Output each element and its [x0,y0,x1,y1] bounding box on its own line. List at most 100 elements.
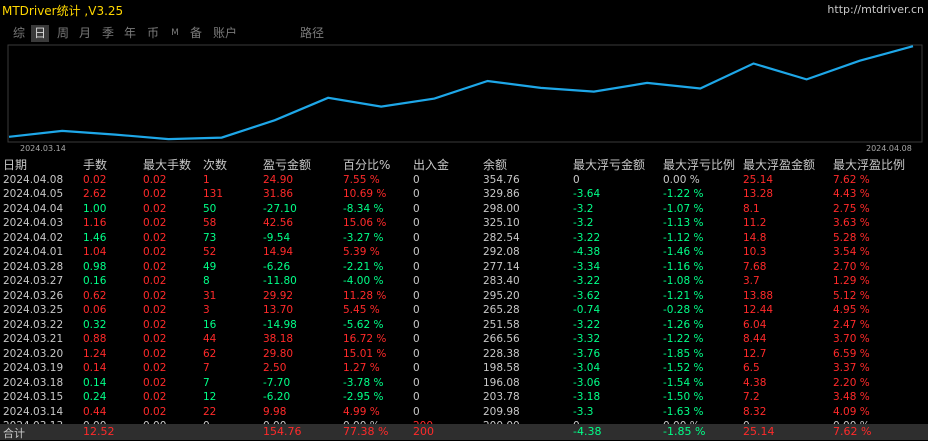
table-cell: -5.62 % [343,318,384,331]
table-cell: 0.02 [143,289,167,302]
table-cell: 16.72 % [343,333,387,345]
table-cell: 2024.03.19 [3,362,64,374]
tab-2[interactable]: 周 [54,25,72,42]
table-cell: 0 [573,173,580,186]
total-cell: 154.76 [263,425,302,438]
table-cell: 0 [413,376,420,389]
total-cell: -4.38 [573,425,602,438]
tab-4[interactable]: 季 [99,25,117,42]
table-cell: 0 [413,275,420,287]
window-title: MTDriver统计 ,V3.25 [2,4,124,18]
tab-5[interactable]: 年 [121,25,139,42]
table-cell: 0 [413,347,420,360]
table-cell: 0.02 [143,202,167,215]
table-row: 2024.03.20 1.24 0.02 62 29.80 15.01 % 0 228.38 -… [0,347,928,362]
header-cell: 百分比% [343,158,391,172]
table-cell: 0.98 [83,260,107,273]
table-cell: 13.70 [263,304,294,316]
table-cell: 2024.03.15 [3,391,64,403]
table-cell: 6.04 [743,318,767,331]
table-cell: 1.16 [83,217,107,229]
table-cell: 2024.03.25 [3,304,64,316]
tab-3[interactable]: 月 [76,25,94,42]
table-cell: 13.88 [743,289,774,302]
table-cell: -8.34 % [343,202,384,215]
table-cell: 1 [203,173,210,186]
table-cell: 2024.03.21 [3,333,64,345]
table-cell: 0.02 [143,318,167,331]
table-cell: 0.02 [143,376,167,389]
tab-6[interactable]: 币 [144,25,162,42]
table-cell: 5.12 % [833,289,870,302]
table-cell: 277.14 [483,260,520,273]
table-cell: 0.02 [143,405,167,418]
table-cell: 0.62 [83,289,107,302]
table-cell: 31.86 [263,188,294,200]
table-row: 2024.03.14 0.44 0.02 22 9.98 4.99 % 0 209.98 -3.… [0,405,928,420]
tab-9[interactable]: 账户 [210,25,240,42]
table-row: 2024.03.27 0.16 0.02 8 -11.80 -4.00 % 0 283.40 -… [0,274,928,289]
table-cell: 58 [203,217,217,229]
table-cell: 2.62 [83,188,107,200]
table-cell: 2024.03.26 [3,289,64,302]
table-row: 2024.04.08 0.02 0.02 1 24.90 7.55 % 0 354.76 0 0.… [0,173,928,188]
total-cell: 200 [413,425,434,438]
table-cell: 6.59 % [833,347,870,360]
table-cell: -1.22 % [663,188,704,200]
total-label: 合计 [3,427,25,440]
tab-0[interactable]: 综 [10,25,28,42]
table-cell: 2024.04.05 [3,188,64,200]
table-cell: 9.98 [263,405,287,418]
tab-8[interactable]: 备 [187,25,205,42]
table-cell: 266.56 [483,333,520,345]
table-cell: 0 [413,260,420,273]
table-cell: 0.02 [143,304,167,316]
table-cell: 7.68 [743,260,767,273]
table-cell: 14.94 [263,246,294,258]
tab-7[interactable]: M [168,25,182,42]
header-cell: 出入金 [413,158,450,172]
table-cell: -3.3 [573,405,594,418]
table-cell: -1.54 % [663,376,704,389]
table-cell: 354.76 [483,173,520,186]
table-cell: 1.04 [83,246,107,258]
header-cell: 最大浮盈比例 [833,158,906,172]
table-body: 2024.04.08 0.02 0.02 1 24.90 7.55 % 0 354.76 0 0.… [0,173,928,434]
table-cell: 4.09 % [833,405,870,418]
header-cell: 最大浮亏比例 [663,158,736,172]
table-cell: -14.98 [263,318,297,331]
table-cell: 0 [413,188,420,200]
site-link[interactable]: http://mtdriver.cn [827,3,924,16]
table-row: 2024.03.19 0.14 0.02 7 2.50 1.27 % 0 198.58 -3.0… [0,361,928,376]
table-cell: 2.70 % [833,260,870,273]
header-cell: 盈亏金额 [263,158,312,172]
tab-1[interactable]: 日 [31,25,49,42]
header-cell: 次数 [203,158,228,172]
table-cell: 7 [203,376,210,389]
table-cell: 10.3 [743,246,767,258]
table-cell: 0.02 [143,217,167,229]
table-cell: -1.21 % [663,289,704,302]
table-cell: -3.22 [573,231,601,244]
table-cell: -27.10 [263,202,297,215]
table-cell: -9.54 [263,231,291,244]
table-cell: 283.40 [483,275,520,287]
table-cell: 2024.03.14 [3,405,64,418]
table-cell: 5.45 % [343,304,380,316]
table-cell: 0 [413,304,420,316]
table-cell: -11.80 [263,275,297,287]
table-cell: 0.16 [83,275,107,287]
table-cell: 0.02 [143,391,167,403]
table-cell: 8.44 [743,333,767,345]
table-cell: 7.62 % [833,173,870,186]
table-cell: 3.63 % [833,217,870,229]
tab-10[interactable]: 路径 [297,25,327,42]
table-cell: 2024.04.04 [3,202,64,215]
total-cell: -1.85 % [663,425,706,438]
table-cell: -1.16 % [663,260,704,273]
table-cell: 3.37 % [833,362,870,374]
table-cell: 1.00 [83,202,107,215]
table-cell: 2024.03.28 [3,260,64,273]
table-row: 2024.03.28 0.98 0.02 49 -6.26 -2.21 % 0 277.14 -… [0,260,928,275]
table-cell: 325.10 [483,217,520,229]
